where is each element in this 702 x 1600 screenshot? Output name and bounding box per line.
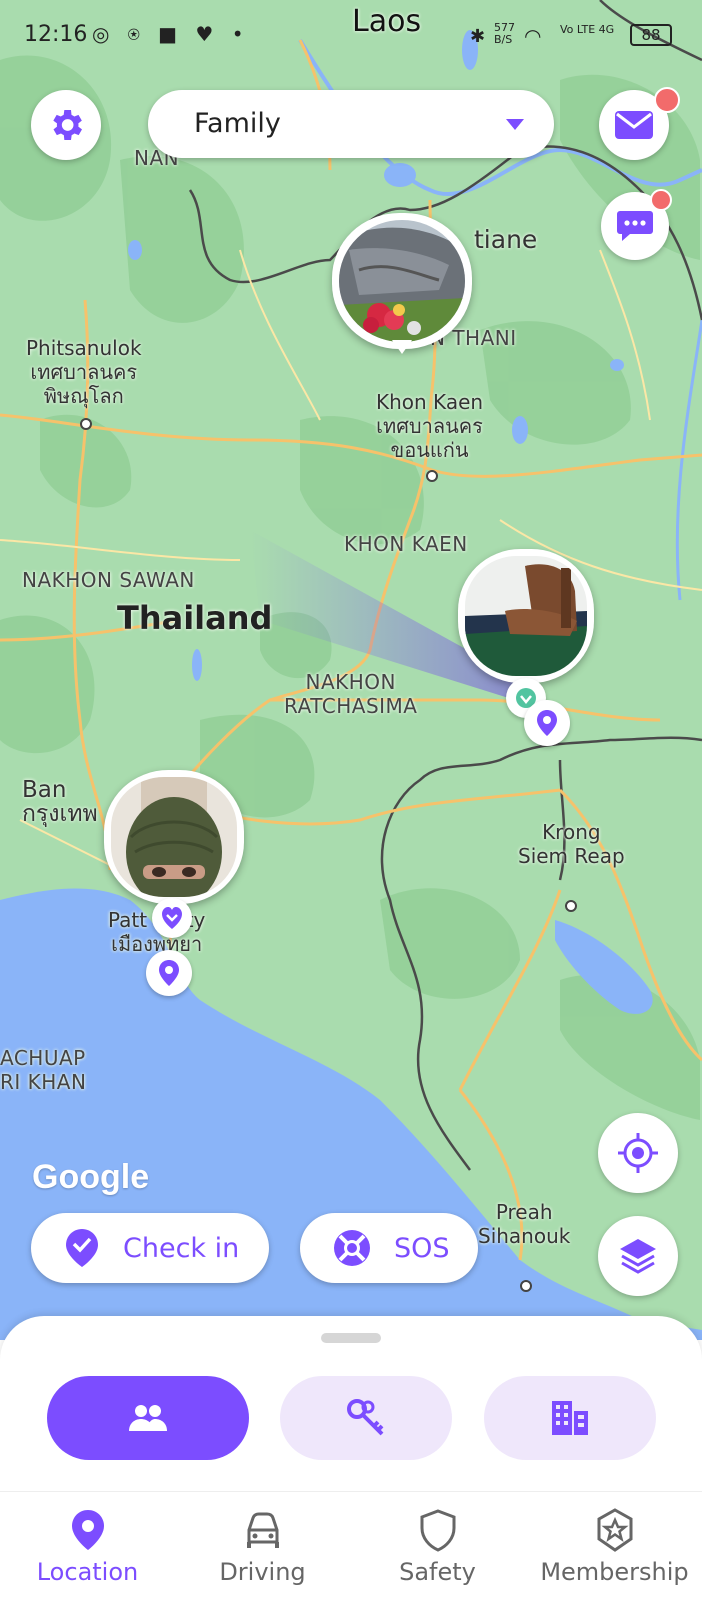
- chevron-down-icon: [506, 119, 524, 130]
- lifebuoy-icon: [334, 1230, 370, 1266]
- map-layers-button[interactable]: [598, 1216, 678, 1296]
- map-label-khon-kaen-city: Khon Kaen เทศบาลนคร ขอนแก่น: [376, 390, 484, 462]
- city-dot-sihanouk: [520, 1280, 532, 1292]
- layers-icon: [620, 1239, 656, 1274]
- google-logo: Google: [32, 1158, 150, 1196]
- nav-label-driving: Driving: [219, 1558, 306, 1586]
- network-speed: 577 B/S: [494, 21, 515, 46]
- signal-icons: Vo LTE 4G: [560, 23, 615, 36]
- status-bar: 12:16 ◎ ⍟ ■ ♥ • ✱ 577 B/S ◠ Vo LTE 4G 88: [0, 0, 702, 70]
- tab-places[interactable]: [484, 1376, 656, 1460]
- shield-icon: [420, 1509, 456, 1552]
- nav-label-location: Location: [36, 1558, 139, 1586]
- check-in-button[interactable]: Check in: [31, 1213, 269, 1283]
- sos-label: SOS: [394, 1232, 450, 1264]
- star-badge-icon: [597, 1508, 633, 1552]
- location-pin-icon: [72, 1510, 104, 1550]
- location-pin-icon: [537, 710, 557, 736]
- nav-label-safety: Safety: [399, 1558, 476, 1586]
- envelope-icon: [615, 111, 653, 139]
- crosshair-icon: [618, 1133, 658, 1173]
- city-dot-khon-kaen: [426, 470, 438, 482]
- settings-button[interactable]: [31, 90, 101, 160]
- tab-people[interactable]: [47, 1376, 249, 1460]
- check-in-label: Check in: [123, 1232, 240, 1264]
- bluetooth-icon: ✱: [470, 26, 486, 47]
- map-label-vientiane: tiane: [474, 225, 538, 254]
- member-2-location-pin[interactable]: [524, 700, 570, 746]
- status-time: 12:16: [24, 22, 88, 47]
- map-label-prachuap: ACHUAP RI KHAN: [0, 1046, 87, 1094]
- nav-item-safety[interactable]: Safety: [350, 1492, 525, 1600]
- keys-icon: [347, 1399, 384, 1436]
- circle-selector[interactable]: Family: [148, 90, 554, 158]
- map-label-preah-sihanouk: Preah Sihanouk: [478, 1200, 571, 1248]
- member-photo-2: [465, 556, 587, 676]
- map-label-bangkok: Ban กรุงเทพ: [22, 777, 98, 827]
- map-label-phitsanulok: Phitsanulok เทศบาลนคร พิษณุโลก: [26, 336, 142, 408]
- member-photo-1: [339, 220, 465, 342]
- member-3-status-badge: [152, 898, 192, 938]
- nav-item-membership[interactable]: Membership: [527, 1492, 702, 1600]
- nav-label-membership: Membership: [540, 1558, 689, 1586]
- gear-icon: [53, 110, 82, 140]
- map-label-nakhon-sawan: NAKHON SAWAN: [22, 568, 195, 592]
- sos-button[interactable]: SOS: [300, 1213, 478, 1283]
- map-label-siem-reap: Krong Siem Reap: [518, 820, 625, 868]
- avatar-1-pointer: [392, 340, 412, 354]
- city-dot-phitsanulok: [80, 418, 92, 430]
- city-dot-siem-reap: [565, 900, 577, 912]
- map-view[interactable]: Laos NAN tiane N THANI Phitsanulok เทศบา…: [0, 0, 702, 1340]
- bottom-navigation: Location Driving Safety Membership: [0, 1491, 702, 1600]
- recenter-button[interactable]: [598, 1113, 678, 1193]
- tab-items[interactable]: [280, 1376, 452, 1460]
- map-label-thailand: Thailand: [117, 599, 273, 637]
- member-avatar-3[interactable]: [104, 770, 244, 904]
- member-3-location-pin[interactable]: [146, 950, 192, 996]
- map-label-khon-kaen-province: KHON KAEN: [344, 532, 468, 556]
- nav-item-location[interactable]: Location: [0, 1492, 175, 1600]
- sheet-drag-handle[interactable]: [321, 1333, 381, 1343]
- wifi-icon: ◠: [524, 24, 542, 48]
- bottom-sheet: [0, 1316, 702, 1491]
- check-in-pin-icon: [66, 1229, 98, 1267]
- map-label-nakhon-ratchasima: NAKHON RATCHASIMA: [284, 670, 418, 718]
- chat-bubble-icon: [617, 211, 653, 241]
- messages-badge: [654, 87, 680, 113]
- circle-name: Family: [194, 108, 281, 139]
- member-photo-3: [111, 777, 237, 897]
- member-avatar-2[interactable]: [458, 549, 594, 683]
- car-icon: [247, 1512, 279, 1548]
- notification-icons: ◎ ⍟ ■ ♥ •: [92, 22, 250, 46]
- heart-shield-icon: [162, 907, 182, 929]
- location-pin-icon: [159, 960, 179, 986]
- chat-badge: [650, 189, 672, 211]
- buildings-icon: [552, 1401, 588, 1435]
- battery-icon: 88: [630, 24, 672, 46]
- people-icon: [129, 1405, 167, 1431]
- member-avatar-1[interactable]: [332, 213, 472, 349]
- nav-item-driving[interactable]: Driving: [175, 1492, 350, 1600]
